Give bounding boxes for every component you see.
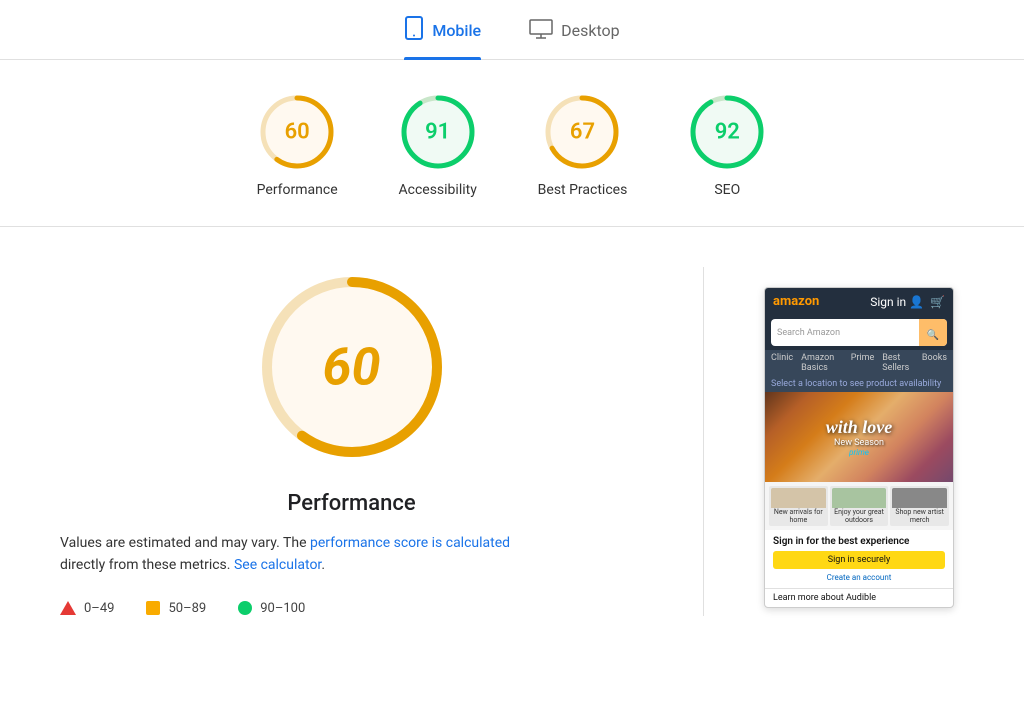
phone-grid-item-1: New arrivals for home [769, 486, 828, 526]
amazon-logo: amazon [773, 294, 819, 309]
triangle-icon [60, 601, 76, 615]
score-accessibility[interactable]: 91 Accessibility [398, 92, 478, 198]
vertical-divider [703, 267, 704, 616]
circle-icon [238, 601, 252, 615]
legend-low-range: 0–49 [84, 601, 114, 616]
big-gauge-value: 60 [323, 337, 381, 398]
square-icon [146, 601, 160, 615]
phone-grid-item-2: Enjoy your great outdoors [830, 486, 889, 526]
big-gauge: 60 [252, 267, 452, 467]
phone-cart-icon: 🛒 [930, 295, 945, 309]
tab-mobile[interactable]: Mobile [404, 16, 481, 59]
scores-row: 60 Performance 91 Accessibility 67 Best … [0, 60, 1024, 227]
calculator-link[interactable]: See calculator [234, 557, 321, 573]
phone-hero: with love New Season prime [765, 392, 953, 482]
phone-nav-basics: Amazon Basics [801, 353, 843, 373]
tab-mobile-label: Mobile [432, 21, 481, 40]
performance-score-link[interactable]: performance score is calculated [310, 535, 510, 551]
phone-nav-bestsellers: Best Sellers [882, 353, 914, 373]
phone-grid-label-1: New arrivals for home [771, 508, 826, 524]
detail-title: Performance [60, 491, 643, 516]
phone-location-banner: Select a location to see product availab… [765, 376, 953, 392]
phone-hero-text: with love [826, 417, 893, 438]
phone-hero-badge: prime [826, 448, 893, 457]
detail-description: Values are estimated and may vary. The p… [60, 532, 520, 577]
phone-header-right: Sign in 👤 🛒 [870, 295, 945, 309]
phone-header: amazon Sign in 👤 🛒 [765, 288, 953, 315]
phone-grid-item-3: Shop new artist merch [890, 486, 949, 526]
score-seo-label: SEO [714, 182, 740, 198]
tab-bar: Mobile Desktop [0, 0, 1024, 60]
phone-nav-books: Books [922, 353, 947, 373]
legend-mid: 50–89 [146, 601, 206, 616]
phone-create-account[interactable]: Create an account [773, 573, 945, 582]
phone-signin-title: Sign in for the best experience [773, 536, 945, 547]
score-accessibility-value: 91 [425, 120, 450, 145]
tab-desktop-label: Desktop [561, 21, 620, 40]
phone-search-button[interactable]: 🔍 [919, 319, 947, 346]
legend-row: 0–49 50–89 90–100 [60, 601, 305, 616]
desc-prefix: Values are estimated and may vary. The [60, 535, 307, 551]
mobile-icon [404, 16, 424, 45]
phone-nav: Clinic Amazon Basics Prime Best Sellers … [765, 350, 953, 376]
desktop-icon [529, 19, 553, 43]
score-performance-label: Performance [257, 182, 338, 198]
main-content: 60 Performance Values are estimated and … [0, 227, 1024, 616]
phone-grid-label-2: Enjoy your great outdoors [832, 508, 887, 524]
legend-low: 0–49 [60, 601, 114, 616]
phone-banner-text: Select a location to see product availab… [771, 379, 941, 389]
score-best-practices-value: 67 [570, 120, 595, 145]
phone-nav-prime: Prime [851, 353, 875, 373]
score-performance[interactable]: 60 Performance [257, 92, 338, 198]
score-seo-value: 92 [715, 120, 740, 145]
score-performance-value: 60 [285, 120, 310, 145]
phone-signin-icon: Sign in 👤 [870, 295, 924, 309]
score-seo[interactable]: 92 SEO [687, 92, 767, 198]
legend-mid-range: 50–89 [168, 601, 206, 616]
phone-hero-subtitle: New Season [826, 438, 893, 448]
legend-high-range: 90–100 [260, 601, 305, 616]
phone-nav-clinic: Clinic [771, 353, 793, 373]
phone-search-icon: 🔍 [927, 330, 939, 341]
phone-signin-button[interactable]: Sign in securely [773, 551, 945, 569]
tab-desktop[interactable]: Desktop [529, 19, 620, 57]
phone-grid-label-3: Shop new artist merch [892, 508, 947, 524]
phone-product-grid: New arrivals for home Enjoy your great o… [765, 482, 953, 530]
phone-search-placeholder: Search Amazon [771, 324, 919, 342]
left-panel: 60 Performance Values are estimated and … [60, 267, 643, 616]
phone-mockup: amazon Sign in 👤 🛒 Search Amazon 🔍 Clini… [764, 287, 954, 608]
score-accessibility-label: Accessibility [398, 182, 476, 198]
score-best-practices-label: Best Practices [538, 182, 628, 198]
phone-panel: amazon Sign in 👤 🛒 Search Amazon 🔍 Clini… [764, 287, 964, 616]
score-best-practices[interactable]: 67 Best Practices [538, 92, 628, 198]
phone-audible: Learn more about Audible [765, 588, 953, 607]
phone-signin-section: Sign in for the best experience Sign in … [765, 530, 953, 588]
legend-high: 90–100 [238, 601, 305, 616]
